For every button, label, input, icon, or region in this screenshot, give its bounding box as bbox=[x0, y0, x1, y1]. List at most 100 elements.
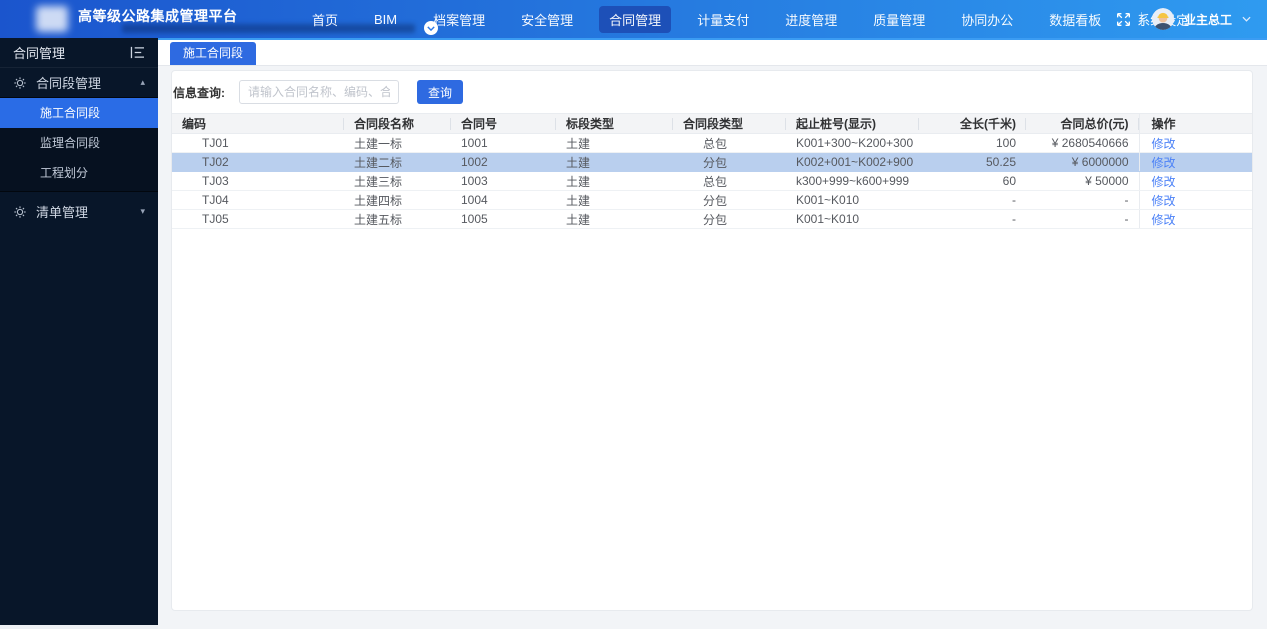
table-cell: 1004 bbox=[451, 190, 556, 210]
contract-table: 编码 合同段名称 合同号 标段类型 合同段类型 起止桩号(显示) 全长(千米) 合同总价(元)… bbox=[172, 113, 1252, 229]
table-row[interactable]: TJ03 土建三标 1003 土建 总包 k300+999~k600+999 60 ¥ 500… bbox=[172, 171, 1252, 191]
nav-item[interactable]: 安全管理 bbox=[511, 6, 583, 33]
nav-item[interactable]: 协同办公 bbox=[951, 6, 1023, 33]
user-avatar[interactable] bbox=[1151, 8, 1174, 30]
table-cell: - bbox=[919, 209, 1026, 229]
nav-item[interactable]: 计量支付 bbox=[687, 6, 759, 33]
table-cell: TJ05 bbox=[172, 209, 344, 229]
table-cell-action: 修改 bbox=[1138, 190, 1252, 210]
header-right: 业主总工 bbox=[1116, 0, 1251, 38]
nav-item[interactable]: 合同管理 bbox=[599, 5, 672, 33]
table-cell: 分包 bbox=[673, 190, 786, 210]
table-cell-action: 修改 bbox=[1138, 171, 1252, 191]
table-cell: 100 bbox=[919, 133, 1026, 153]
search-row: 信息查询: 查询 bbox=[173, 80, 1252, 104]
table-cell-action: 修改 bbox=[1138, 133, 1252, 153]
sidebar-group-label: 合同段管理 bbox=[36, 76, 102, 91]
table-cell: K001~K010 bbox=[786, 209, 919, 229]
table-cell: - bbox=[1026, 209, 1139, 229]
table-cell: 分包 bbox=[673, 209, 786, 229]
column-header: 合同段类型 bbox=[673, 113, 786, 134]
table-cell: 总包 bbox=[673, 133, 786, 153]
table-cell: k300+999~k600+999 bbox=[786, 171, 919, 191]
app-logo bbox=[36, 6, 68, 32]
column-header: 合同号 bbox=[451, 113, 556, 134]
column-header: 全长(千米) bbox=[919, 113, 1026, 134]
sidebar-item-supervision-contract[interactable]: 监理合同段 bbox=[0, 128, 158, 158]
main-area: 施工合同段 信息查询: 查询 编码合同段名称合同号标段类型合同段类型起止桩号(显… bbox=[158, 38, 1267, 629]
table-cell-action: 修改 bbox=[1138, 209, 1252, 229]
table-cell: 土建一标 bbox=[344, 133, 451, 153]
worker-avatar-icon bbox=[1151, 8, 1174, 30]
sidebar-item-label: 监理合同段 bbox=[40, 136, 101, 150]
user-menu-chevron-icon[interactable] bbox=[1242, 16, 1251, 22]
sidebar-item-project-division[interactable]: 工程划分 bbox=[0, 158, 158, 188]
edit-link[interactable]: 修改 bbox=[1152, 175, 1176, 189]
nav-item[interactable]: 首页 bbox=[302, 6, 348, 33]
table-cell: 1005 bbox=[451, 209, 556, 229]
table-cell: TJ01 bbox=[172, 133, 344, 153]
tab-construction-contract[interactable]: 施工合同段 bbox=[170, 42, 257, 65]
table-body: TJ01 土建一标 1001 土建 总包 K001+300~K200+300 100 ¥ 26… bbox=[172, 133, 1252, 229]
sidebar-group-contract-sections[interactable]: 合同段管理 ▴ bbox=[0, 68, 158, 97]
search-input[interactable] bbox=[239, 80, 399, 104]
table-cell: 土建 bbox=[556, 133, 673, 153]
nav-item[interactable]: 数据看板 bbox=[1039, 6, 1111, 33]
sidebar-title: 合同管理 bbox=[13, 46, 66, 61]
table-cell: 土建 bbox=[556, 209, 673, 229]
edit-link[interactable]: 修改 bbox=[1152, 213, 1176, 227]
table-row[interactable]: TJ02 土建二标 1002 土建 分包 K002+001~K002+900 50.25 ¥ … bbox=[172, 152, 1252, 172]
sidebar-group-list-management[interactable]: 清单管理 ▾ bbox=[0, 197, 158, 226]
caret-down-icon: ▾ bbox=[140, 206, 145, 216]
table-cell: 土建 bbox=[556, 190, 673, 210]
top-nav: 首页BIM档案管理安全管理合同管理计量支付进度管理质量管理协同办公数据看板系统设… bbox=[302, 0, 1199, 38]
table-cell: - bbox=[919, 190, 1026, 210]
sidebar-item-label: 工程划分 bbox=[40, 166, 89, 180]
column-header: 合同段名称 bbox=[344, 113, 451, 134]
column-header: 编码 bbox=[172, 113, 344, 134]
fullscreen-icon[interactable] bbox=[1116, 12, 1131, 27]
table-row[interactable]: TJ05 土建五标 1005 土建 分包 K001~K010- - 修改 bbox=[172, 209, 1252, 229]
edit-link[interactable]: 修改 bbox=[1152, 194, 1176, 208]
sidebar-submenu: 施工合同段 监理合同段 工程划分 bbox=[0, 97, 158, 192]
table-cell: ¥ 2680540666 bbox=[1026, 133, 1139, 153]
table-cell: TJ02 bbox=[172, 152, 344, 172]
sidebar: 合同管理 合同段管理 ▴ 施工合同段 监理合同段 工程划分 清单管理 ▾ bbox=[0, 38, 158, 625]
nav-item[interactable]: 质量管理 bbox=[863, 6, 935, 33]
table-cell: TJ03 bbox=[172, 171, 344, 191]
column-header: 操作 bbox=[1138, 113, 1252, 134]
table-cell: 1003 bbox=[451, 171, 556, 191]
search-label: 信息查询: bbox=[173, 85, 225, 100]
table-cell: ¥ 50000 bbox=[1026, 171, 1139, 191]
content-card: 信息查询: 查询 编码合同段名称合同号标段类型合同段类型起止桩号(显示)全长(千… bbox=[171, 70, 1253, 611]
table-cell: ¥ 6000000 bbox=[1026, 152, 1139, 172]
table-cell: K001+300~K200+300 bbox=[786, 133, 919, 153]
search-button[interactable]: 查询 bbox=[417, 80, 464, 104]
table-cell: 分包 bbox=[673, 152, 786, 172]
table-cell-action: 修改 bbox=[1138, 152, 1252, 172]
app-title: 高等级公路集成管理平台 bbox=[78, 8, 238, 24]
column-header: 起止桩号(显示) bbox=[786, 113, 919, 134]
table-cell: 土建 bbox=[556, 171, 673, 191]
nav-item[interactable]: BIM bbox=[364, 8, 407, 31]
user-name[interactable]: 业主总工 bbox=[1184, 11, 1232, 28]
sidebar-group-label: 清单管理 bbox=[36, 205, 89, 220]
table-cell: 总包 bbox=[673, 171, 786, 191]
edit-link[interactable]: 修改 bbox=[1152, 137, 1176, 151]
table-cell: 土建二标 bbox=[344, 152, 451, 172]
table-cell: 土建五标 bbox=[344, 209, 451, 229]
table-cell: 60 bbox=[919, 171, 1026, 191]
table-cell: 土建 bbox=[556, 152, 673, 172]
table-row[interactable]: TJ04 土建四标 1004 土建 分包 K001~K010- - 修改 bbox=[172, 190, 1252, 210]
table-row[interactable]: TJ01 土建一标 1001 土建 总包 K001+300~K200+300 100 ¥ 26… bbox=[172, 133, 1252, 153]
nav-item[interactable]: 进度管理 bbox=[775, 6, 847, 33]
nav-item[interactable]: 档案管理 bbox=[423, 6, 495, 33]
table-cell: 土建四标 bbox=[344, 190, 451, 210]
collapse-sidebar-icon[interactable] bbox=[130, 46, 145, 59]
table-header-row: 编码 合同段名称 合同号 标段类型 合同段类型 起止桩号(显示) 全长(千米) 合同总价(元)… bbox=[172, 113, 1252, 134]
edit-link[interactable]: 修改 bbox=[1152, 156, 1176, 170]
sidebar-item-construction-contract[interactable]: 施工合同段 bbox=[0, 98, 158, 128]
column-header: 标段类型 bbox=[556, 113, 673, 134]
table-cell: 50.25 bbox=[919, 152, 1026, 172]
app-header: 高等级公路集成管理平台 首页 BIM 档案管理 安全管理 合同管理 计量支付 进度管理 质量管… bbox=[0, 0, 1267, 38]
